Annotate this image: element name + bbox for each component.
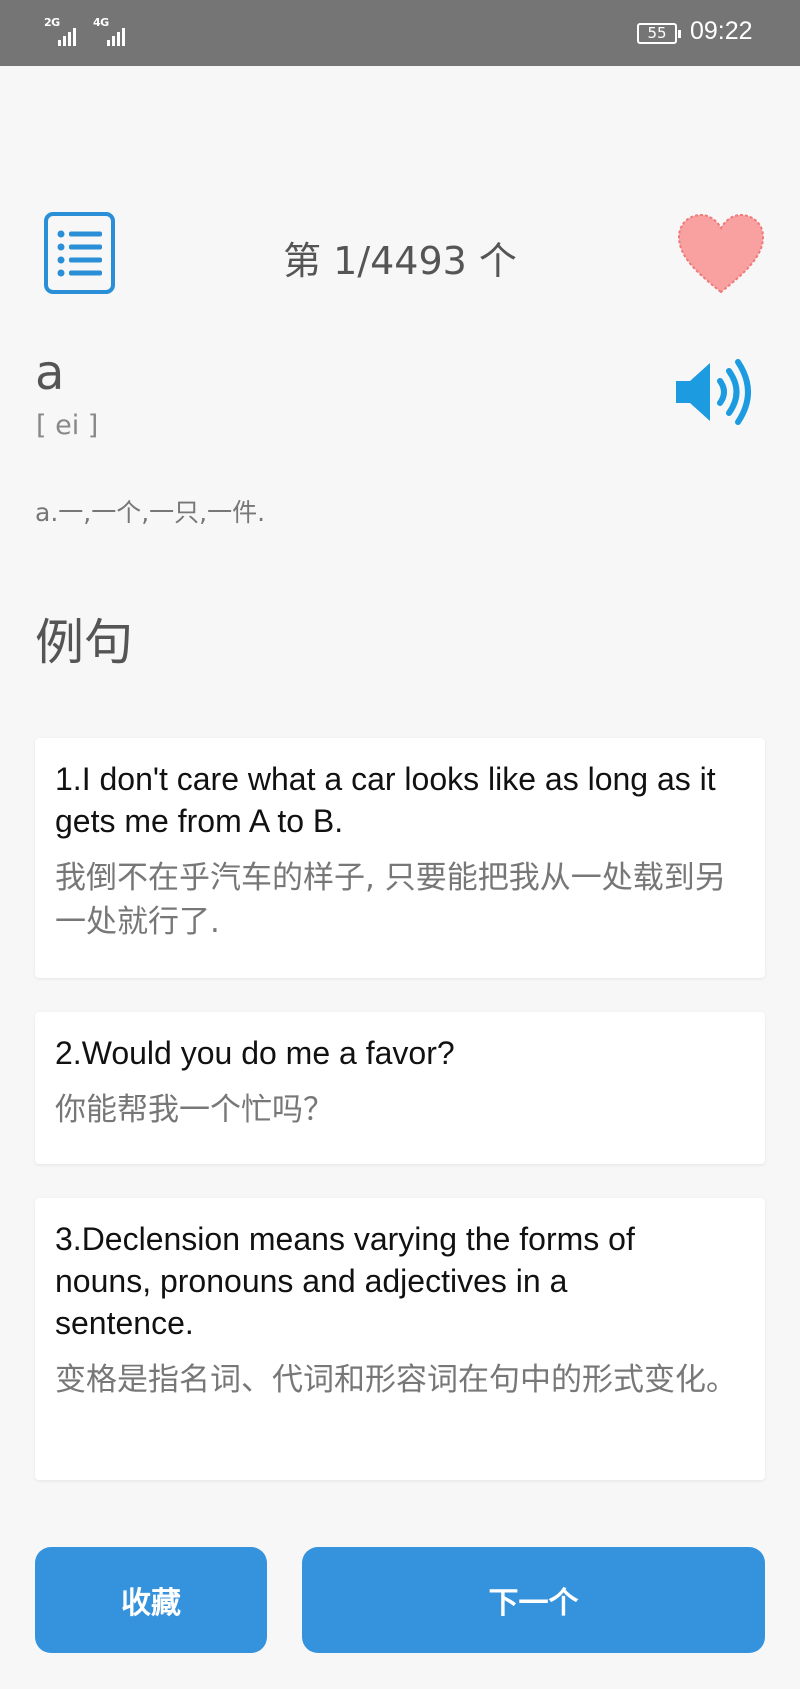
list-icon bbox=[57, 230, 102, 277]
heart-icon[interactable] bbox=[676, 212, 766, 296]
word-counter: 第 1/4493 个 bbox=[283, 239, 517, 283]
example-card: 1.I don't care what a car looks like as … bbox=[35, 738, 765, 978]
example-english: 2.Would you do me a favor? bbox=[55, 1035, 455, 1071]
signal-icon-2g: 2G bbox=[44, 16, 76, 46]
example-card: 2.Would you do me a favor? 你能帮我一个忙吗？ bbox=[35, 1012, 765, 1164]
word-text: a bbox=[35, 345, 65, 401]
network-type-label: 2G bbox=[44, 16, 60, 29]
signal-icon-4g: 4G bbox=[93, 16, 125, 46]
example-english: 1.I don't care what a car looks like as … bbox=[55, 761, 716, 839]
speaker-icon[interactable] bbox=[674, 357, 760, 427]
network-type-label: 4G bbox=[93, 16, 109, 29]
battery-icon: 55 bbox=[637, 23, 681, 44]
example-chinese: 变格是指名词、代词和形容词在句中的形式变化。 bbox=[55, 1362, 737, 1398]
word-meaning: a.一,一个,一只,一件. bbox=[35, 498, 266, 527]
phonetic-text: [ ei ] bbox=[36, 410, 99, 441]
word-list-button[interactable] bbox=[44, 212, 115, 294]
examples-title: 例句 bbox=[35, 614, 134, 671]
example-chinese: 你能帮我一个忙吗？ bbox=[55, 1092, 334, 1128]
example-card: 3.Declension means varying the forms of … bbox=[35, 1198, 765, 1480]
example-english: 3.Declension means varying the forms of … bbox=[55, 1221, 635, 1341]
clock: 09:22 bbox=[690, 17, 753, 45]
next-button[interactable]: 下一个 bbox=[302, 1547, 765, 1653]
status-bar: 2G 4G 55 09:22 bbox=[0, 0, 800, 66]
example-chinese: 我倒不在乎汽车的样子, 只要能把我从一处载到另一处就行了. bbox=[55, 860, 726, 940]
collect-button[interactable]: 收藏 bbox=[35, 1547, 267, 1653]
